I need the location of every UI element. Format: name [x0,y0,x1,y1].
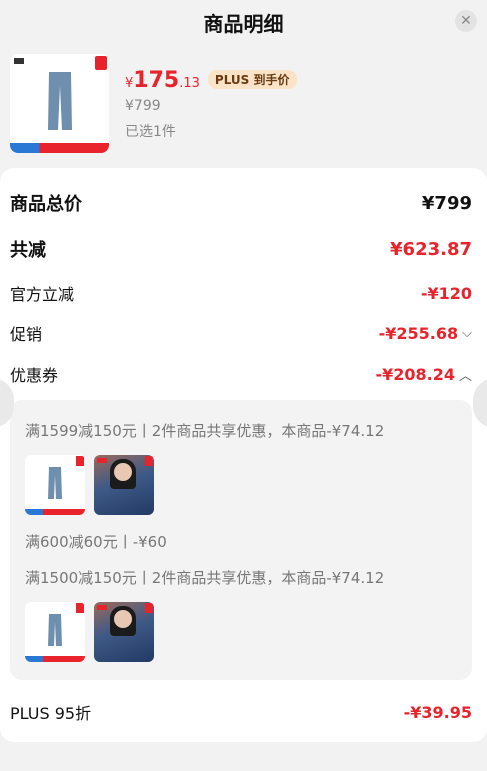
plus-discount-value: -¥39.95 [403,702,472,722]
coupon-detail-panel: 满1599减150元丨2件商品共享优惠，本商品-¥74.12 满600减60元丨… [10,400,472,680]
jeans-icon [48,72,72,130]
reduce-label: 共减 [10,240,46,261]
promo-badge-icon [145,603,153,613]
row-promo[interactable]: 促销 -¥255.68 ⌵ [10,321,472,345]
coupon-rule-1: 满1599减150元丨2件商品共享优惠，本商品-¥74.12 [25,422,385,440]
coupon-toggle[interactable]: -¥208.24 ︿ [375,365,472,384]
original-price: ¥799 [125,98,161,114]
row-official: 官方立减 -¥120 [10,281,472,305]
price-integer: 175 [133,68,180,93]
close-button[interactable]: ✕ [455,10,477,32]
price-decimal: .13 [179,76,200,91]
official-value: -¥120 [420,283,472,303]
brand-logo [97,605,107,610]
promo-value: -¥255.68 [378,323,459,343]
total-label: 商品总价 [10,194,82,215]
official-label: 官方立减 [10,285,75,304]
coupon-rule-2: 满600减60元丨-¥60 [25,533,167,551]
product-image[interactable] [10,54,109,153]
row-coupon[interactable]: 优惠券 -¥208.24 ︿ [10,362,472,386]
promo-badge-icon [95,56,107,70]
promo-badge-icon [76,456,84,466]
promo-toggle[interactable]: -¥255.68 ⌵ [379,324,472,343]
row-total: 商品总价 ¥799 [10,190,472,216]
coupon-rule-3: 满1500减150元丨2件商品共享优惠，本商品-¥74.12 [25,569,385,587]
jeans-icon [48,467,62,499]
chevron-down-icon: ⌵ [462,325,472,341]
page-title: 商品明细 [203,12,284,36]
brand-logo [97,458,107,463]
jeans-icon [48,614,62,646]
plus-discount-label: PLUS 95折 [10,704,92,723]
coupon-item-jeans-2[interactable] [25,602,85,662]
promo-badge-icon [145,456,153,466]
price-strip [25,509,85,515]
row-plus: PLUS 95折 -¥39.95 [10,700,472,724]
chevron-up-icon: ︿ [458,368,472,384]
price-detail-card: 商品总价 ¥799 共减 ¥623.87 官方立减 -¥120 促销 -¥255… [0,168,487,742]
model-face [114,610,132,628]
price-currency: ¥ [125,76,134,91]
selected-count: 已选1件 [125,124,176,140]
total-value: ¥799 [421,192,472,214]
coupon-item-jacket-2[interactable] [94,602,154,662]
close-icon: ✕ [460,13,472,29]
coupon-label: 优惠券 [10,366,59,385]
row-reduce: 共减 ¥623.87 [10,236,472,262]
promo-label: 促销 [10,325,43,344]
brand-logo [14,58,24,64]
plus-price-tag: PLUS 到手价 [207,70,297,89]
model-face [114,463,132,481]
price-block: ¥ 175 .13 PLUS 到手价 [125,68,297,93]
coupon-item-jacket-1[interactable] [94,455,154,515]
coupon-value: -¥208.24 [375,364,455,384]
price-strip [25,656,85,662]
reduce-value: ¥623.87 [390,238,472,260]
promo-badge-icon [76,603,84,613]
price-strip [10,143,109,153]
coupon-item-jeans-1[interactable] [25,455,85,515]
